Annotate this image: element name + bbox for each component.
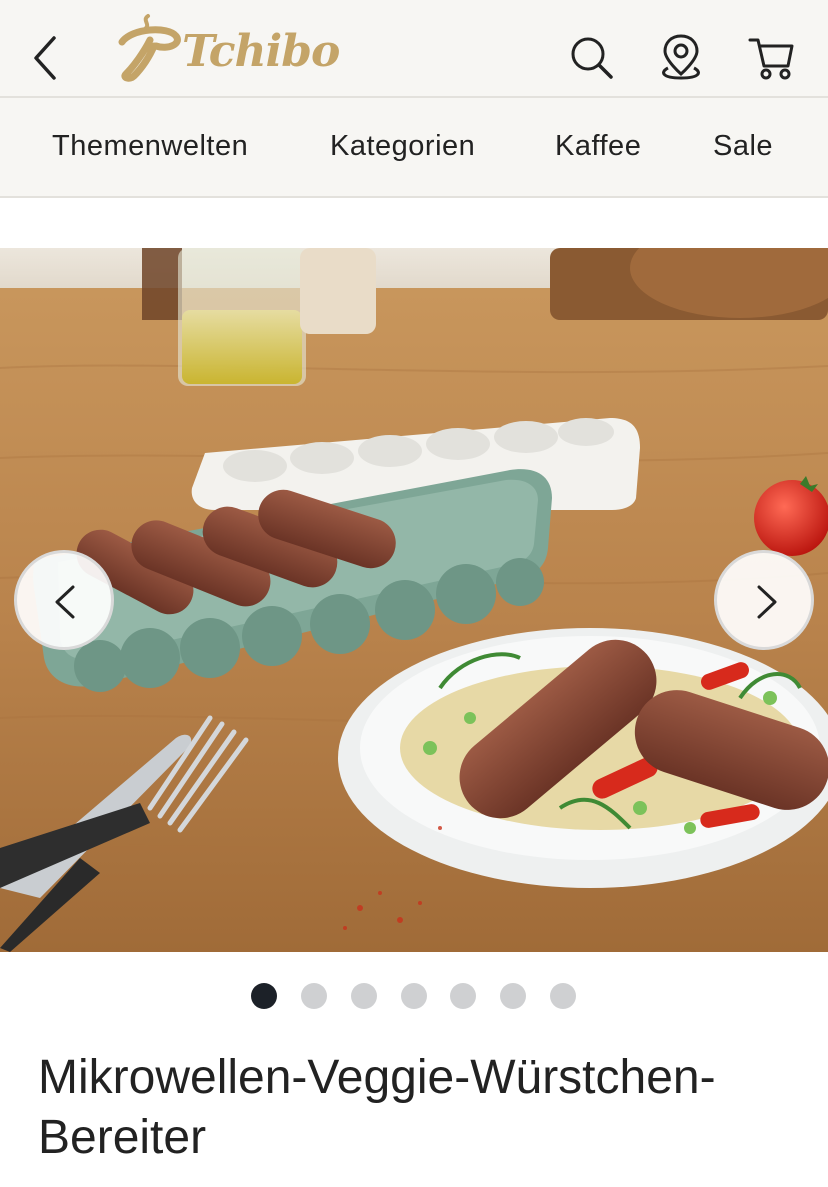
search-icon [571, 37, 613, 79]
gallery-dot-2[interactable] [301, 983, 327, 1009]
store-finder-button[interactable] [656, 30, 706, 86]
location-pin-icon [662, 34, 700, 80]
gallery-dot-5[interactable] [450, 983, 476, 1009]
nav-item-kaffee[interactable]: Kaffee [555, 130, 641, 163]
chevron-left-icon [34, 36, 56, 80]
gallery-dot-3[interactable] [351, 983, 377, 1009]
logo-mark-icon [118, 14, 181, 82]
gallery-dot-1[interactable] [251, 983, 277, 1009]
nav-item-sale[interactable]: Sale [713, 130, 773, 163]
chevron-right-icon [757, 585, 777, 619]
category-nav: Themenwelten Kategorien Kaffee Sale [0, 98, 828, 198]
gallery-next-button[interactable] [714, 550, 814, 650]
gallery-dot-4[interactable] [401, 983, 427, 1009]
cart-icon [748, 38, 794, 80]
back-button[interactable] [22, 30, 72, 86]
nav-item-themenwelten[interactable]: Themenwelten [52, 130, 248, 163]
gallery-dot-7[interactable] [550, 983, 576, 1009]
cart-button[interactable] [746, 30, 796, 86]
logo-text: Tchibo [182, 26, 340, 77]
product-image-gallery[interactable] [0, 248, 828, 952]
tchibo-logo[interactable]: Tchibo [112, 6, 362, 86]
gallery-prev-button[interactable] [14, 550, 114, 650]
top-header: Tchibo [0, 0, 828, 98]
product-title-line-2: Bereiter [38, 1111, 207, 1164]
product-title-line-1: Mikrowellen-Veggie-Würstchen- [38, 1051, 716, 1104]
chevron-left-icon [55, 585, 75, 619]
nav-item-kategorien[interactable]: Kategorien [330, 130, 475, 163]
gallery-dot-6[interactable] [500, 983, 526, 1009]
product-title: Mikrowellen-Veggie-Würstchen- Bereiter [38, 1048, 798, 1168]
search-button[interactable] [566, 30, 616, 86]
gallery-pagination [0, 983, 828, 1011]
product-image [0, 248, 828, 952]
